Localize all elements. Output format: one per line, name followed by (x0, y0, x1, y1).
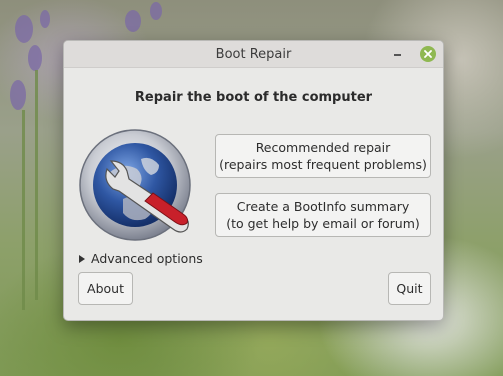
lavender-flower (10, 80, 26, 110)
recommended-repair-button[interactable]: Recommended repair (repairs most frequen… (215, 134, 431, 178)
minimize-button[interactable] (389, 46, 405, 62)
about-label: About (87, 281, 124, 296)
close-button[interactable] (420, 46, 436, 62)
bootinfo-summary-sublabel: (to get help by email or forum) (226, 216, 420, 231)
recommended-repair-label: Recommended repair (255, 140, 391, 155)
boot-repair-window: Boot Repair Repair the boot of the compu… (63, 40, 444, 321)
advanced-options-expander[interactable]: Advanced options (79, 251, 203, 266)
lavender-flower (40, 10, 50, 28)
boot-repair-logo-icon (79, 129, 191, 241)
window-title: Boot Repair (215, 47, 292, 62)
bootinfo-summary-label: Create a BootInfo summary (236, 199, 410, 214)
lavender-flower (125, 10, 141, 32)
lavender-flower (28, 45, 42, 71)
quit-label: Quit (396, 281, 423, 296)
triangle-right-icon (79, 254, 85, 263)
titlebar[interactable]: Boot Repair (64, 41, 443, 68)
minimize-icon (393, 54, 401, 56)
quit-button[interactable]: Quit (388, 272, 431, 305)
about-button[interactable]: About (78, 272, 133, 305)
plant-stem (35, 70, 38, 300)
plant-stem (22, 110, 25, 310)
recommended-repair-sublabel: (repairs most frequent problems) (219, 157, 427, 172)
lavender-flower (15, 15, 33, 43)
lavender-flower (150, 2, 162, 20)
page-heading: Repair the boot of the computer (134, 90, 373, 105)
advanced-options-label: Advanced options (91, 251, 203, 266)
close-icon (424, 50, 432, 58)
bootinfo-summary-button[interactable]: Create a BootInfo summary (to get help b… (215, 193, 431, 237)
